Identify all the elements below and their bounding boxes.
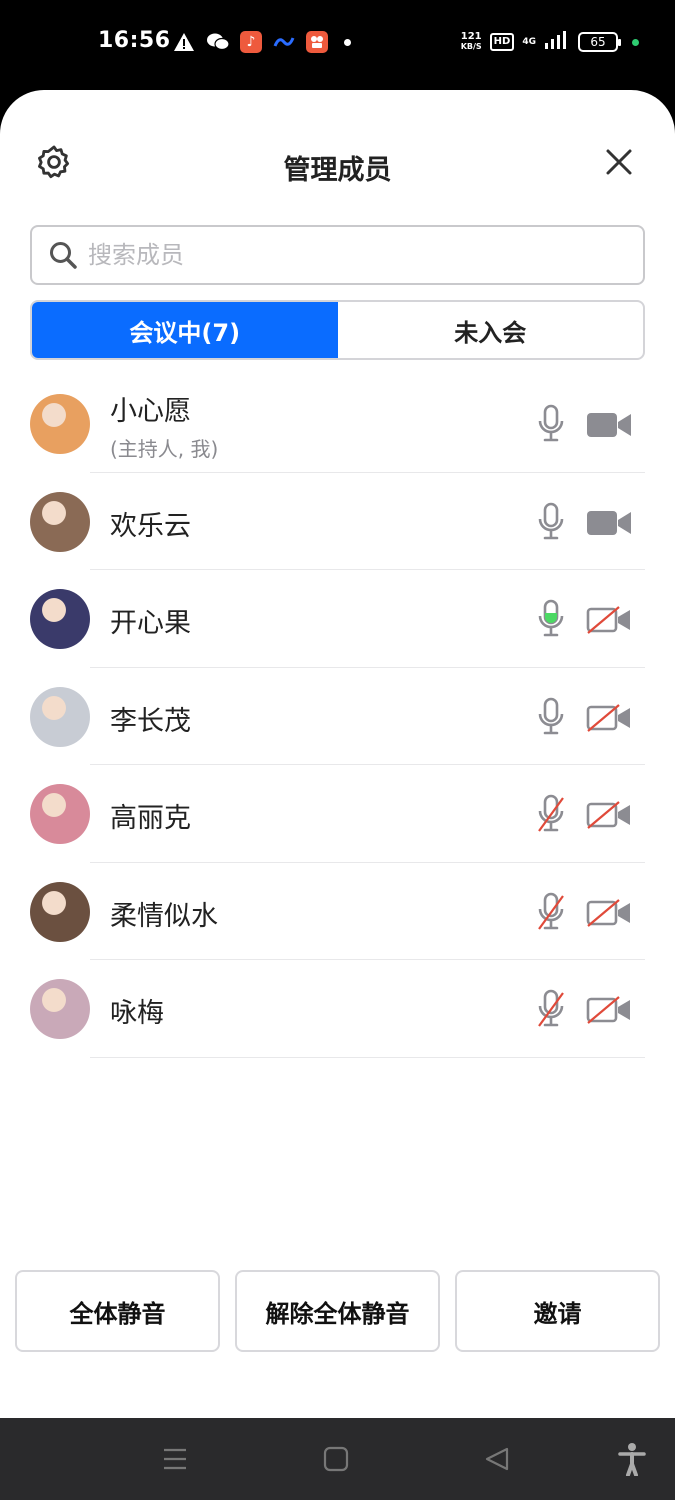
home-icon[interactable]	[323, 1446, 349, 1476]
search-icon	[50, 242, 77, 269]
system-nav-bar	[0, 1418, 675, 1500]
camera-off-icon[interactable]	[586, 703, 632, 732]
music-app-icon: ♪	[240, 31, 262, 53]
microphone-icon[interactable]	[536, 502, 566, 542]
page-title: 管理成员	[283, 155, 392, 186]
status-system-icons: 121 KB/S HD 4G 65	[461, 30, 639, 54]
mic-muted-icon[interactable]	[536, 989, 566, 1029]
member-tabs: 会议中(7) 未入会	[30, 300, 645, 360]
tab-in-meeting[interactable]: 会议中(7)	[32, 302, 338, 358]
member-row[interactable]: 开心果	[0, 570, 675, 668]
net-speed: 121 KB/S	[460, 31, 482, 52]
member-row[interactable]: 小心愿 (主持人, 我)	[0, 375, 675, 473]
manage-members-sheet: 管理成员 会议中(7) 未入会 小心愿 (主持人, 我) 欢乐云开心果李长茂高丽克柔…	[0, 90, 675, 1418]
network-type: 4G	[522, 37, 536, 47]
avatar[interactable]	[30, 686, 90, 747]
signal-icon	[544, 30, 570, 54]
search-input[interactable]	[88, 241, 608, 269]
camera-off-icon[interactable]	[586, 606, 632, 634]
avatar[interactable]	[30, 394, 90, 454]
member-row[interactable]: 李长茂	[0, 668, 675, 765]
microphone-icon[interactable]	[536, 404, 566, 444]
member-name: 咏梅	[110, 998, 164, 1029]
member-row[interactable]: 欢乐云	[0, 473, 675, 570]
mic-muted-icon[interactable]	[536, 892, 566, 932]
member-name: 欢乐云	[110, 510, 191, 542]
action-bar: 全体静音 解除全体静音 邀请	[15, 1270, 660, 1352]
accessibility-icon[interactable]	[618, 1442, 646, 1480]
mic-muted-icon[interactable]	[536, 794, 566, 834]
avatar[interactable]	[30, 979, 90, 1039]
status-notification-icons: ♪	[172, 30, 351, 54]
search-box[interactable]	[30, 225, 645, 285]
camera-icon[interactable]	[586, 411, 632, 439]
privacy-indicator-dot	[632, 38, 639, 46]
tab-not-joined[interactable]: 未入会	[338, 302, 644, 358]
status-bar: 16:56 ♪ 121 KB/S HD 4G 65	[0, 0, 675, 90]
member-name: 开心果	[110, 608, 191, 639]
camera-off-icon[interactable]	[586, 996, 632, 1024]
close-icon	[606, 149, 632, 175]
battery-icon: 65	[578, 32, 621, 52]
member-name: 李长茂	[110, 705, 191, 737]
unmute-all-button[interactable]: 解除全体静音	[235, 1270, 440, 1352]
member-role: (主持人, 我)	[110, 437, 219, 461]
back-icon[interactable]	[484, 1446, 510, 1476]
status-time: 16:56	[98, 28, 171, 53]
mute-all-button[interactable]: 全体静音	[15, 1270, 220, 1352]
camera-off-icon[interactable]	[586, 801, 632, 829]
avatar[interactable]	[30, 784, 90, 844]
microphone-icon[interactable]	[536, 599, 566, 639]
avatar[interactable]	[30, 589, 90, 649]
member-row[interactable]: 高丽克	[0, 765, 675, 863]
member-row[interactable]: 柔情似水	[0, 863, 675, 960]
member-row[interactable]: 咏梅	[0, 960, 675, 1058]
close-button[interactable]	[601, 144, 637, 180]
hd-icon: HD	[489, 33, 515, 51]
member-name: 小心愿	[110, 396, 191, 427]
kuaishou-icon	[306, 31, 328, 53]
camera-off-icon[interactable]	[586, 898, 632, 927]
member-name: 高丽克	[110, 803, 191, 834]
microphone-icon[interactable]	[536, 697, 566, 737]
avatar[interactable]	[30, 491, 90, 552]
warning-icon	[172, 30, 196, 54]
wechat-icon	[206, 30, 230, 54]
invite-button[interactable]: 邀请	[455, 1270, 660, 1352]
member-name: 柔情似水	[110, 900, 218, 932]
menu-icon[interactable]	[162, 1446, 188, 1476]
more-notifications-dot	[344, 38, 351, 46]
row-divider	[90, 1056, 645, 1058]
meeting-app-icon	[272, 30, 296, 54]
avatar[interactable]	[30, 881, 90, 942]
camera-icon[interactable]	[586, 509, 632, 537]
member-list: 小心愿 (主持人, 我) 欢乐云开心果李长茂高丽克柔情似水咏梅	[0, 375, 675, 1058]
